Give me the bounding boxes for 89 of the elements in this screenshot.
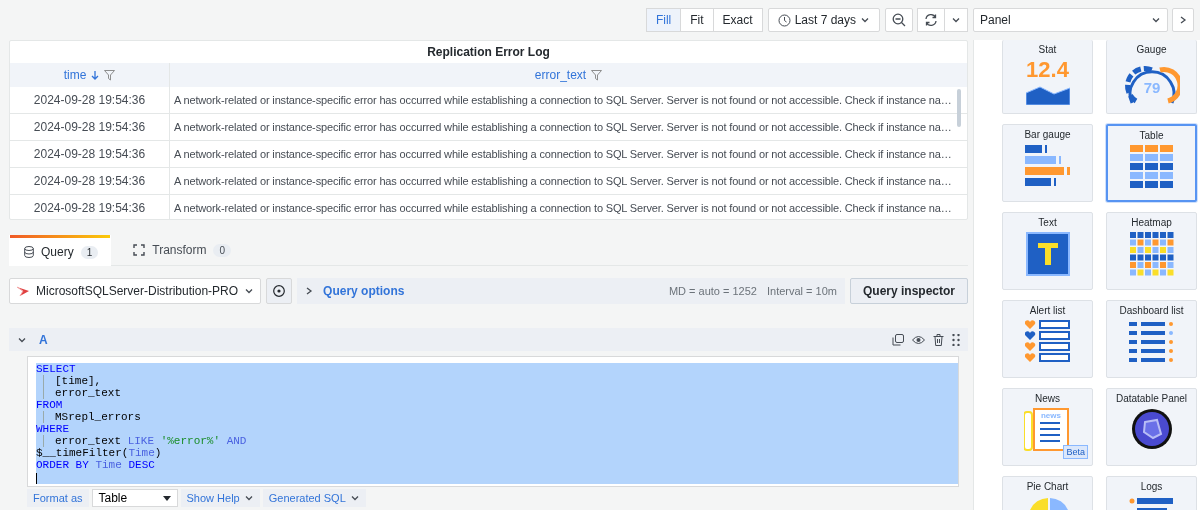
count-badge: 0 [213,243,232,257]
format-label: Format as [27,489,89,507]
beta-badge: Beta [1063,445,1088,459]
panel-title: Replication Error Log [426,44,551,61]
visualization-card[interactable]: Heatmap [1106,212,1197,290]
visualization-card[interactable]: Gauge 79 [1106,40,1197,114]
table-cell: 2024-09-28 19:54:36 [10,114,170,140]
table-cell-text: A network-related or instance-specific error has occurred while establishing a connection to SQL Server. Server is not found or not accessible. Check if instance na… [173,147,952,162]
time-range-picker[interactable]: Last 7 days [767,8,880,32]
scale-mode-button[interactable]: Fit [680,8,714,32]
scale-mode-button[interactable]: Fill [645,8,682,32]
area-chart-icon [1025,85,1070,105]
chevron-right-icon [243,493,254,503]
chevron-right-icon [1179,15,1187,25]
count-badge: 1 [80,245,99,259]
query-inspector-button[interactable]: Query inspector [849,278,968,304]
stat-value: 12.4 [1026,59,1069,81]
column-header[interactable]: time [63,68,87,82]
bar-gauge-icon [1024,144,1071,188]
editor-tab[interactable]: Query 1 [9,235,112,266]
refresh-icon [924,13,938,27]
visualization-card[interactable]: Dashboard list [1106,300,1197,378]
table-cell-text: A network-related or instance-specific error has occurred while establishing a connection to SQL Server. Server is not found or not accessible. Check if instance na… [173,120,952,135]
interval-text: Interval = 10m [766,285,837,297]
filter-icon [104,69,116,81]
code-line: error_text LIKE '%error%' AND [36,435,958,447]
chevron-down-icon [1151,15,1161,25]
table-cell: 2024-09-28 19:54:36 [10,195,170,219]
zoom-out-icon [892,13,906,27]
code-line: MSrepl_errors [36,411,958,423]
copy-icon [892,333,904,346]
table-cell: 2024-09-28 19:54:36 [10,168,170,194]
sql-server-icon [16,285,30,297]
database-icon [24,246,34,258]
table-icon [1129,145,1174,189]
chevron-down-icon [860,15,870,25]
scale-mode-button[interactable]: Exact [712,8,763,32]
max-data-points-text: MD = auto = 1252 [668,285,757,297]
column-header[interactable]: error_text [534,68,587,82]
code-line: FROM [36,399,64,411]
drag-handle-icon [952,333,960,346]
zoom-out-button[interactable] [885,8,913,32]
table-cell: 2024-09-28 19:54:36 [10,141,170,167]
next-button[interactable] [1172,8,1194,32]
table-cell-text: A network-related or instance-specific error has occurred while establishing a connection to SQL Server. Server is not found or not accessible. Check if instance na… [173,93,952,108]
trash-icon [933,333,944,346]
data-source-select[interactable]: MicrosoftSQLServer-Distribution-PRO [9,278,262,304]
chevron-down-icon [951,15,961,25]
eye-icon [912,333,925,346]
visualization-card[interactable]: Table [1106,124,1197,202]
caret-down-icon [162,495,171,501]
code-line: $__timeFilter(Time) [36,447,163,459]
list-icon [1128,320,1175,364]
generated-sql-button[interactable]: Generated SQL [262,489,366,507]
text-icon [1025,232,1070,276]
chevron-right-icon [305,286,314,296]
visualization-card[interactable]: Logs [1106,476,1197,510]
show-help-button[interactable]: Show Help [180,489,260,507]
visualization-card[interactable]: Datatable Panel [1106,388,1197,466]
format-select[interactable]: Table [91,489,178,507]
visualization-card[interactable]: News news Beta [1002,388,1093,466]
code-line: [time], [36,375,958,387]
heatmap-icon [1129,232,1174,276]
chevron-down-icon [244,286,255,296]
code-line: WHERE [36,423,70,435]
query-options-toggle[interactable]: Query options [305,284,659,298]
visualization-card[interactable]: Stat 12.4 [1002,40,1093,114]
code-line: error_text [36,387,958,399]
alert-list-icon [1024,320,1071,364]
table-cell-text: A network-related or instance-specific error has occurred while establishing a connection to SQL Server. Server is not found or not accessible. Check if instance na… [173,201,952,216]
visualization-card[interactable]: Alert list [1002,300,1093,378]
transform-icon [133,244,146,256]
code-line: ORDER BY Time DESC [36,459,156,471]
refresh-button[interactable] [917,8,945,32]
filter-icon [591,69,603,81]
visualization-card[interactable]: Pie Chart [1002,476,1093,510]
scrollbar-thumb[interactable] [957,89,961,127]
code-editor[interactable]: SELECT [time], error_text FROM MSrepl_errors WHERE error_text LIKE '%error%' AND $__timeFilter(Time) ORDER BY Time DESC [27,356,959,487]
help-button[interactable] [266,278,293,304]
visualization-card[interactable]: Bar gauge [1002,124,1093,202]
visualization-select[interactable]: Panel [973,8,1168,32]
visualization-card[interactable]: Text [1002,212,1093,290]
code-line: SELECT [36,363,77,375]
table-cell: 2024-09-28 19:54:36 [10,87,170,113]
datatable-logo-icon [1130,408,1173,450]
table-cell-text: A network-related or instance-specific error has occurred while establishing a connection to SQL Server. Server is not found or not accessible. Check if instance na… [173,174,952,189]
editor-tab[interactable]: Transform 0 [119,235,244,265]
clock-icon [777,13,791,27]
chevron-right-icon [349,493,360,503]
